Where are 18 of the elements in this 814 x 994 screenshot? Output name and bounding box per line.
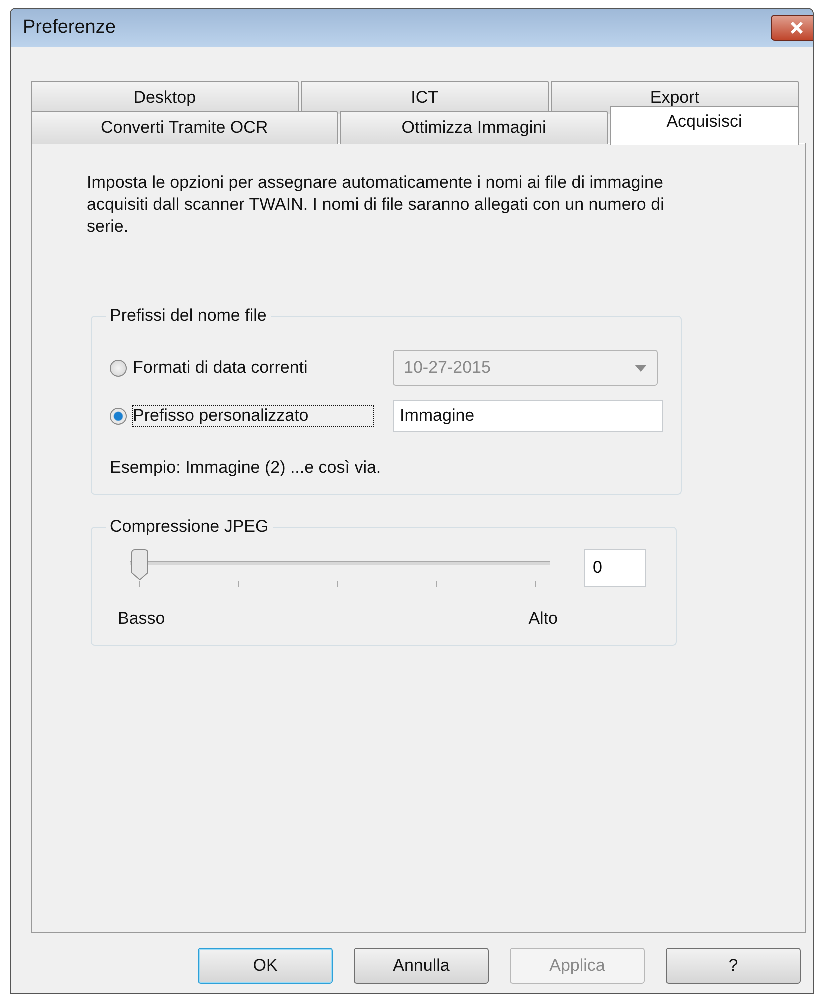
dialog-button[interactable]: OK [198, 948, 333, 984]
tab[interactable]: Desktop [31, 81, 299, 114]
tab[interactable]: Acquisisci [610, 106, 799, 145]
group-title: Compressione JPEG [109, 517, 270, 537]
example-text: Esempio: Immagine (2) ...e così via. [110, 458, 382, 478]
dialog-button[interactable]: Annulla [354, 948, 489, 984]
quality-field[interactable]: 0 [584, 549, 646, 587]
tab[interactable]: Ottimizza Immagini [340, 111, 608, 144]
prefix-field[interactable]: Immagine [393, 400, 663, 432]
max-label: Alto [528, 609, 558, 629]
group-title: Prefissi del nome file [109, 306, 268, 326]
tab[interactable]: ICT [300, 81, 549, 114]
description-text: Imposta le opzioni per assegnare automaticamente i nomi ai file di immagine acquisiti dall scanner TWAIN. I nomi di file saranno allegati con un numero di serie. [87, 172, 666, 238]
radio-label[interactable]: Prefisso personalizzato [133, 406, 373, 426]
min-label: Basso [118, 609, 166, 629]
window-title: Preferenze [23, 17, 116, 39]
tab[interactable]: Converti Tramite OCR [31, 111, 338, 144]
dialog-button[interactable]: ? [666, 948, 801, 984]
